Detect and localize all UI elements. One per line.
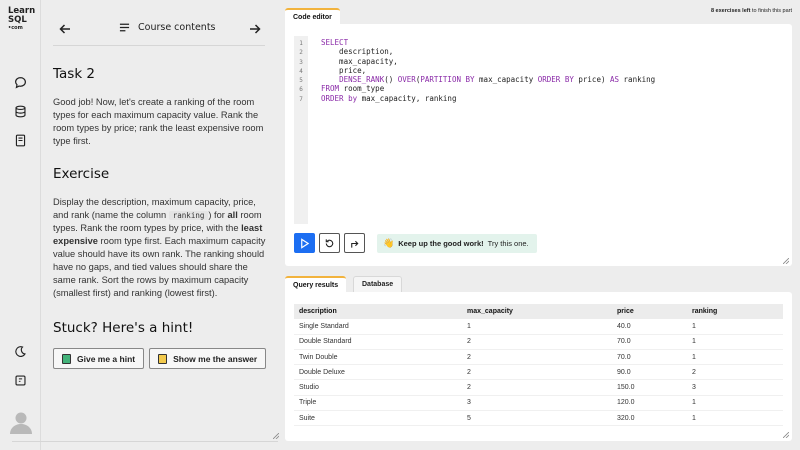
task-title: Task 2 [53, 66, 96, 82]
tab-code-editor[interactable]: Code editor [285, 8, 340, 24]
table-row: Triple 3 120.0 1 [294, 396, 783, 412]
line-numbers: 1 2 3 4 5 6 7 [299, 40, 303, 103]
table-cell: 3 [692, 384, 696, 392]
table-cell: 1 [467, 322, 471, 330]
notebook-icon[interactable] [14, 134, 27, 147]
table-cell: 3 [467, 399, 471, 407]
redo-button[interactable] [344, 233, 365, 253]
sql-code-area[interactable]: SELECT description, max_capacity, price,… [321, 38, 655, 103]
table-cell: Triple [299, 399, 317, 407]
table-cell: 120.0 [617, 399, 635, 407]
code-editor-panel: Code editor 8 exercises left to finish t… [285, 8, 792, 266]
table-cell: 2 [467, 353, 471, 361]
table-cell: 2 [692, 368, 696, 376]
waving-hand-icon: 👋 [383, 237, 395, 248]
table-cell: 320.0 [617, 414, 635, 422]
course-header: Course contents [53, 12, 265, 46]
table-cell: Double Standard [299, 338, 352, 346]
hint-title: Stuck? Here's a hint! [53, 320, 194, 336]
table-cell: 2 [467, 368, 471, 376]
table-cell: 150.0 [617, 384, 635, 392]
hint-buttons: Give me a hint Show me the answer [53, 348, 267, 369]
results-panel: Query results Database description max_c… [285, 276, 792, 441]
course-divider [12, 441, 278, 442]
run-button[interactable] [294, 233, 315, 253]
results-resize-handle[interactable] [783, 432, 789, 438]
table-row: Single Standard 1 40.0 1 [294, 319, 783, 335]
inline-code-ranking: ranking [168, 211, 209, 220]
table-cell: Twin Double [299, 353, 338, 361]
tab-database[interactable]: Database [353, 276, 403, 292]
editor-controls: 👋 Keep up the good work! Try this one. [294, 233, 537, 253]
exercise-text: Display the description, maximum capacit… [53, 197, 266, 298]
give-hint-button[interactable]: Give me a hint [53, 348, 145, 369]
arrow-left-icon[interactable] [58, 21, 72, 35]
table-cell: 1 [692, 414, 696, 422]
moon-icon[interactable] [14, 345, 27, 358]
learnsql-logo[interactable]: Learn SQL •com [8, 7, 35, 32]
run-icon [301, 237, 310, 249]
table-cell: Single Standard [299, 322, 349, 330]
menu-list-icon [119, 23, 130, 32]
table-row: Twin Double 2 70.0 1 [294, 350, 783, 366]
table-cell: Double Deluxe [299, 368, 345, 376]
table-cell: Studio [299, 384, 319, 392]
table-cell: 40.0 [617, 322, 631, 330]
left-rail: Learn SQL •com [0, 0, 41, 450]
table-cell: 2 [467, 384, 471, 392]
table-cell: 5 [467, 414, 471, 422]
task-text: Good job! Now, let's create a ranking of… [53, 97, 264, 146]
avatar-icon[interactable] [10, 410, 32, 434]
table-row: Double Standard 2 70.0 1 [294, 335, 783, 350]
col-header: max_capacity [467, 308, 513, 316]
line-gutter: 1 2 3 4 5 6 7 [294, 36, 308, 224]
table-cell: 90.0 [617, 368, 631, 376]
table-cell: 1 [692, 338, 696, 346]
course-resize-handle[interactable] [273, 433, 279, 439]
col-header: description [299, 308, 337, 316]
reset-button[interactable] [319, 233, 340, 253]
database-icon[interactable] [14, 105, 27, 118]
arrow-right-icon[interactable] [248, 21, 262, 35]
exercises-left: 8 exercises left to finish this part [710, 8, 792, 14]
chat-icon[interactable] [14, 76, 27, 89]
editor-resize-handle[interactable] [783, 258, 789, 264]
table-cell: Suite [299, 414, 315, 422]
course-contents-label: Course contents [138, 22, 216, 33]
table-row: Suite 5 320.0 1 [294, 411, 783, 427]
results-box: description max_capacity price ranking S… [285, 292, 792, 441]
course-panel: Course contents Task 2 Good job! Now, le… [41, 0, 282, 442]
show-answer-button[interactable]: Show me the answer [149, 348, 267, 369]
table-cell: 70.0 [617, 353, 631, 361]
table-cell: 2 [467, 338, 471, 346]
hint-book-icon [62, 353, 71, 364]
task-content: Task 2 Good job! Now, let's create a ran… [53, 66, 267, 369]
redo-icon [351, 240, 359, 248]
code-editor-box: 1 2 3 4 5 6 7 SELECT description, max_ca… [285, 24, 792, 266]
table-cell: 1 [692, 353, 696, 361]
col-header: price [617, 308, 634, 316]
course-contents-link[interactable]: Course contents [119, 22, 216, 33]
table-row: Studio 2 150.0 3 [294, 380, 783, 396]
table-header-row: description max_capacity price ranking [294, 304, 783, 320]
exercise-title: Exercise [53, 166, 110, 182]
answer-check-icon [158, 353, 168, 364]
cheatsheet-icon[interactable] [14, 374, 27, 387]
table-cell: 1 [692, 399, 696, 407]
tab-query-results[interactable]: Query results [285, 276, 347, 292]
col-header: ranking [692, 308, 718, 316]
encouragement-toast: 👋 Keep up the good work! Try this one. [377, 233, 537, 253]
results-table: description max_capacity price ranking S… [294, 304, 783, 427]
table-cell: 1 [692, 322, 696, 330]
table-cell: 70.0 [617, 338, 631, 346]
reset-icon [325, 238, 334, 247]
table-row: Double Deluxe 2 90.0 2 [294, 365, 783, 381]
